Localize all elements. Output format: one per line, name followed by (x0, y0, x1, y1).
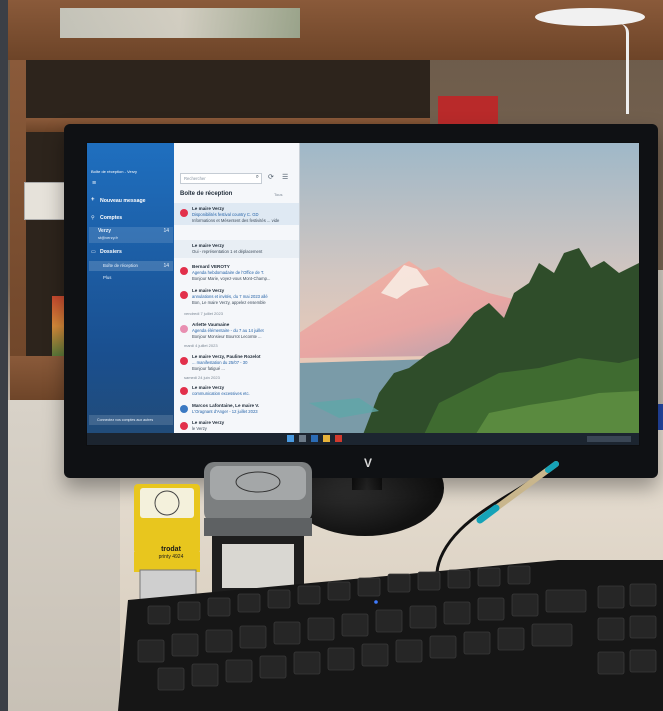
list-item[interactable]: Arlette Vaumaine Agenda élémentaire - du… (174, 319, 299, 341)
taskbar-app-icon[interactable] (323, 435, 330, 442)
folder-inbox[interactable]: Boîte de réception 14 (89, 261, 173, 271)
folders-label: Dossiers (100, 249, 122, 255)
sender: Marcos Lafontaine, Le maire V. (192, 403, 260, 408)
preview: Bonjour Marie, voyez-vous Mont-Champ... (192, 276, 271, 281)
sender: Le maire Verzy (192, 288, 225, 293)
sender: Arlette Vaumaine (192, 322, 230, 327)
preview: Bonjour Monsieur Bourrot Lecomte ... (192, 334, 262, 339)
list-header: Boîte de réception (180, 191, 233, 197)
sync-icon[interactable]: ⟳ (268, 173, 274, 181)
avatar (180, 291, 188, 299)
subject: Oui - représentation 1 et déplacement (192, 249, 263, 254)
sender: Le maire Verzy (192, 206, 225, 211)
left-frame (0, 0, 8, 711)
preview: Bonjour fatigué ... (192, 366, 225, 371)
ballpoint-pen (476, 461, 559, 524)
subject: Agenda hebdomadaire de l'Office de T. (192, 270, 265, 275)
avatar (180, 405, 188, 413)
folders-header[interactable]: ▭ Dossiers (91, 249, 171, 259)
folder-icon: ▭ (91, 249, 96, 255)
folder-more-label: Plus (103, 275, 112, 280)
desktop-wallpaper-mountain (299, 143, 639, 445)
taskbar-app-icon[interactable] (335, 435, 342, 442)
account-email: st@verzy.fr (98, 235, 118, 240)
list-item[interactable]: Le maire Verzy Disponibilités festival c… (174, 203, 299, 225)
list-item[interactable]: Bernard VEROTY Agenda hebdomadaire de l'… (174, 261, 299, 283)
new-message-label: Nouveau message (100, 198, 146, 204)
bottom-notice[interactable]: Connectez vos comptes aux autres (89, 415, 173, 425)
sender: Le maire Verzy, Pauline Rozelot (192, 354, 261, 359)
list-item[interactable]: Le maire Verzy le Verzy (174, 419, 299, 433)
bottom-notice-text: Connectez vos comptes aux autres (97, 418, 154, 422)
taskbar-app-icon[interactable] (311, 435, 318, 442)
list-item[interactable]: Le maire Verzy annulations et invités, d… (174, 285, 299, 307)
keyboard (118, 560, 663, 711)
subject: ... manifestation du 25/07 - 30 (192, 360, 248, 365)
subject: le Verzy (192, 426, 207, 431)
subject: L'Oragnant d'Anger - 12 juillet 2023 (192, 409, 258, 414)
sender: Le maire Verzy (192, 420, 225, 425)
account-count: 14 (163, 228, 169, 234)
sender: Le maire Verzy (192, 243, 225, 248)
subject: communication excessives etc. (192, 391, 250, 396)
subject: annulations et invités, du 7 mai 2023 al… (192, 294, 268, 299)
avatar (180, 325, 188, 333)
filter-icon[interactable]: ☰ (282, 173, 288, 181)
taskbar-app-icon[interactable] (299, 435, 306, 442)
yellow-stamp-brand: trodat printy 4924 (146, 546, 196, 560)
sender: Bernard VEROTY (192, 264, 230, 269)
folder-inbox-label: Boîte de réception (103, 263, 138, 268)
filter-dropdown[interactable]: Tous (274, 192, 282, 197)
date-group-label: mardi 4 juillet 2023 (184, 343, 218, 348)
list-item[interactable]: Marcos Lafontaine, Le maire V. L'Oragnan… (174, 401, 299, 417)
folder-more[interactable]: Plus (89, 273, 173, 283)
sender: Le maire Verzy (192, 385, 225, 390)
accounts-label: Comptes (100, 215, 123, 221)
system-tray[interactable] (587, 436, 631, 442)
search-placeholder: Rechercher (184, 176, 206, 181)
avatar (180, 387, 188, 395)
subject: Disponibilités festival country C. GD (192, 212, 259, 217)
folder-inbox-count: 14 (163, 263, 169, 269)
avatar (180, 209, 188, 217)
hamburger-icon[interactable]: ≡ (92, 180, 96, 187)
avatar (180, 357, 188, 365)
taskbar (87, 433, 639, 445)
stamp-brand-text: trodat (161, 546, 181, 553)
window-title: Boîte de réception - Verzy (91, 169, 138, 174)
new-message-button[interactable]: + Nouveau message (91, 197, 171, 207)
list-item[interactable]: Le maire Verzy Oui - représentation 1 et… (174, 240, 299, 258)
papers-on-shelf (60, 8, 300, 38)
list-item[interactable]: Le maire Verzy communication excessives … (174, 383, 299, 399)
date-group-label: samedi 24 juin 2023 (184, 375, 220, 380)
date-group-label: vendredi 7 juillet 2023 (184, 311, 223, 316)
monitor-logo-text: V (363, 456, 372, 470)
person-icon: ⚲ (91, 215, 95, 221)
message-list: Rechercher ⌕ ⟳ ☰ Boîte de réception Tous… (174, 143, 300, 445)
avatar (180, 267, 188, 275)
monitor-screen: Boîte de réception - Verzy ≡ + Nouveau m… (86, 142, 640, 446)
lamp-cable (620, 24, 629, 114)
search-icon: ⌕ (255, 175, 259, 180)
account-item[interactable]: Verzy st@verzy.fr 14 (89, 227, 173, 243)
avatar (180, 422, 188, 430)
shelf-side (10, 60, 26, 400)
preview: Bon, Le maire Verzy, appelez ensemble (192, 300, 266, 305)
monitor-logo: V (356, 456, 380, 470)
account-name: Verzy (98, 228, 112, 234)
desk-lamp (535, 8, 645, 26)
subject: Agenda élémentaire - du 7 au 14 juillet (192, 328, 264, 333)
search-box[interactable]: Rechercher ⌕ (180, 173, 262, 184)
accounts-header[interactable]: ⚲ Comptes (91, 215, 171, 225)
list-item[interactable]: Le maire Verzy, Pauline Rozelot ... mani… (174, 351, 299, 373)
plus-icon: + (91, 197, 95, 203)
mail-sidebar: Boîte de réception - Verzy ≡ + Nouveau m… (87, 143, 174, 445)
start-icon[interactable] (287, 435, 294, 442)
preview: Informations et Mésentent des festivités… (192, 218, 280, 223)
